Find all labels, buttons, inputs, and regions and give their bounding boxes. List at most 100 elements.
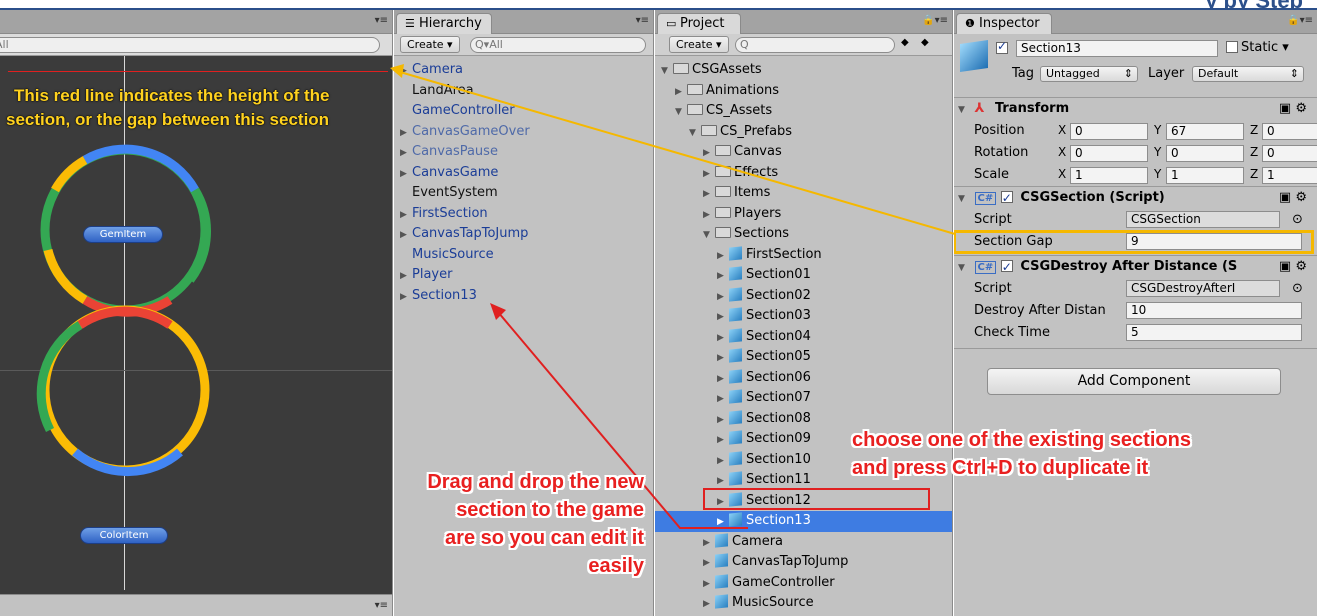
project-item[interactable]: ▼ CS_Assets — [655, 101, 952, 122]
hierarchy-item[interactable]: ▶ CanvasGameOver — [394, 122, 653, 143]
hierarchy-item[interactable]: ▶ Player — [394, 265, 653, 286]
section-gap-input[interactable]: 9 — [1126, 233, 1302, 250]
csgdestroy-enabled-checkbox[interactable] — [1000, 257, 1013, 278]
panel-menu-icon[interactable]: ▾≡ — [636, 15, 649, 26]
expand-arrow-icon[interactable]: ▶ — [717, 348, 729, 368]
hierarchy-item[interactable]: MusicSource — [394, 245, 653, 266]
expand-arrow-icon[interactable]: ▶ — [717, 410, 729, 430]
expand-arrow-icon[interactable]: ▶ — [675, 82, 687, 102]
static-checkbox[interactable] — [1226, 41, 1238, 53]
expand-arrow-icon[interactable]: ▶ — [717, 369, 729, 389]
hierarchy-item[interactable]: GameController — [394, 101, 653, 122]
tab-inspector[interactable]: ❶ Inspector — [956, 13, 1052, 34]
lock-menu-icon[interactable]: 🔒▾≡ — [922, 15, 948, 26]
expand-arrow-icon[interactable]: ▶ — [703, 143, 715, 163]
hierarchy-item[interactable]: ▶ Section13 — [394, 286, 653, 307]
tag-dropdown[interactable]: Untagged ⇕ — [1040, 66, 1138, 82]
tab-hierarchy[interactable]: ☰ Hierarchy — [396, 13, 492, 34]
project-item[interactable]: ▶ CanvasTapToJump — [655, 552, 952, 573]
expand-arrow-icon[interactable]: ▶ — [703, 533, 715, 553]
expand-arrow-icon[interactable]: ▶ — [717, 328, 729, 348]
object-picker-icon[interactable]: ⊙ — [1292, 278, 1303, 299]
hierarchy-item[interactable]: EventSystem — [394, 183, 653, 204]
project-search-input[interactable]: Q — [735, 37, 895, 53]
expand-arrow-icon[interactable]: ▶ — [400, 164, 412, 184]
color-item-label[interactable]: ColorItem — [80, 527, 168, 544]
expand-arrow-icon[interactable]: ▶ — [400, 61, 412, 81]
panel-menu-icon[interactable]: ▾≡ — [375, 600, 388, 611]
expand-arrow-icon[interactable]: ▶ — [400, 266, 412, 286]
project-item[interactable]: ▶ Section04 — [655, 327, 952, 348]
project-item[interactable]: ▶ Camera — [655, 532, 952, 553]
project-item[interactable]: ▼ Sections — [655, 224, 952, 245]
figure-eight-rings[interactable] — [30, 140, 220, 490]
expand-arrow-icon[interactable]: ▶ — [703, 184, 715, 204]
script-object-field[interactable]: CSGSection — [1126, 211, 1280, 228]
expand-arrow-icon[interactable]: ▶ — [400, 143, 412, 163]
foldout-arrow-icon[interactable]: ▼ — [958, 258, 970, 279]
project-item[interactable]: ▶ Effects — [655, 163, 952, 184]
expand-arrow-icon[interactable]: ▶ — [703, 574, 715, 594]
expand-arrow-icon[interactable]: ▶ — [400, 205, 412, 225]
hierarchy-item[interactable]: ▶ CanvasPause — [394, 142, 653, 163]
foldout-arrow-icon[interactable]: ▼ — [958, 100, 970, 121]
position-x-input[interactable]: 0 — [1070, 123, 1148, 140]
expand-arrow-icon[interactable]: ▶ — [703, 205, 715, 225]
component-settings-icon[interactable]: ▣ ⚙ — [1279, 98, 1307, 119]
destroy-distance-input[interactable]: 10 — [1126, 302, 1302, 319]
expand-arrow-icon[interactable]: ▶ — [703, 164, 715, 184]
project-item[interactable]: ▶ GameController — [655, 573, 952, 594]
project-item[interactable]: ▼ CSGAssets — [655, 60, 952, 81]
position-z-input[interactable]: 0 — [1262, 123, 1317, 140]
hierarchy-search-input[interactable]: Q▾All — [470, 37, 646, 53]
project-item[interactable]: ▶ Players — [655, 204, 952, 225]
expand-arrow-icon[interactable]: ▶ — [717, 512, 729, 532]
transform-header[interactable]: ▼ ⅄ Transform ▣ ⚙ — [954, 98, 1317, 120]
project-item[interactable]: ▶ Items — [655, 183, 952, 204]
csgdestroy-header[interactable]: ▼ C# CSGDestroy After Distance (S ▣ ⚙ — [954, 256, 1317, 278]
foldout-arrow-icon[interactable]: ▼ — [958, 189, 970, 210]
component-settings-icon[interactable]: ▣ ⚙ — [1279, 187, 1307, 208]
rotation-z-input[interactable]: 0 — [1262, 145, 1317, 162]
position-y-input[interactable]: 67 — [1166, 123, 1244, 140]
expand-arrow-icon[interactable]: ▶ — [717, 246, 729, 266]
csgsection-enabled-checkbox[interactable] — [1000, 188, 1013, 209]
panel-menu-icon[interactable]: ▾≡ — [375, 15, 388, 26]
scale-x-input[interactable]: 1 — [1070, 167, 1148, 184]
expand-arrow-icon[interactable]: ▶ — [717, 451, 729, 471]
project-item[interactable]: ▼ CS_Prefabs — [655, 122, 952, 143]
project-item[interactable]: ▶ FirstSection — [655, 245, 952, 266]
filter-type-icon[interactable]: ◆ — [901, 37, 909, 48]
static-toggle[interactable]: Static ▾ — [1226, 40, 1289, 55]
scale-z-input[interactable]: 1 — [1262, 167, 1317, 184]
project-item[interactable]: ▶ Section13 — [655, 511, 952, 532]
collapse-arrow-icon[interactable]: ▼ — [689, 123, 701, 143]
hierarchy-item[interactable]: ▶ CanvasTapToJump — [394, 224, 653, 245]
rotation-y-input[interactable]: 0 — [1166, 145, 1244, 162]
collapse-arrow-icon[interactable]: ▼ — [703, 225, 715, 245]
project-item[interactable]: ▶ Section01 — [655, 265, 952, 286]
project-item[interactable]: ▶ Section03 — [655, 306, 952, 327]
gem-item-label[interactable]: GemItem — [83, 226, 163, 243]
expand-arrow-icon[interactable]: ▶ — [717, 287, 729, 307]
expand-arrow-icon[interactable]: ▶ — [717, 307, 729, 327]
expand-arrow-icon[interactable]: ▶ — [717, 266, 729, 286]
scale-y-input[interactable]: 1 — [1166, 167, 1244, 184]
object-picker-icon[interactable]: ⊙ — [1292, 209, 1303, 230]
project-item[interactable]: ▶ Animations — [655, 81, 952, 102]
rotation-x-input[interactable]: 0 — [1070, 145, 1148, 162]
project-item[interactable]: ▶ Section05 — [655, 347, 952, 368]
tab-project[interactable]: ▭ Project — [657, 13, 741, 34]
expand-arrow-icon[interactable]: ▶ — [703, 553, 715, 573]
project-item[interactable]: ▶ Section06 — [655, 368, 952, 389]
component-settings-icon[interactable]: ▣ ⚙ — [1279, 256, 1307, 277]
check-time-input[interactable]: 5 — [1126, 324, 1302, 341]
scene-search-input[interactable]: All — [0, 37, 380, 53]
hierarchy-item[interactable]: LandArea — [394, 81, 653, 102]
layer-dropdown[interactable]: Default ⇕ — [1192, 66, 1304, 82]
hierarchy-item[interactable]: ▶ Camera — [394, 60, 653, 81]
hierarchy-item[interactable]: ▶ CanvasGame — [394, 163, 653, 184]
object-name-field[interactable]: Section13 — [1016, 40, 1218, 57]
expand-arrow-icon[interactable]: ▶ — [717, 430, 729, 450]
lock-menu-icon[interactable]: 🔒▾≡ — [1287, 15, 1313, 26]
